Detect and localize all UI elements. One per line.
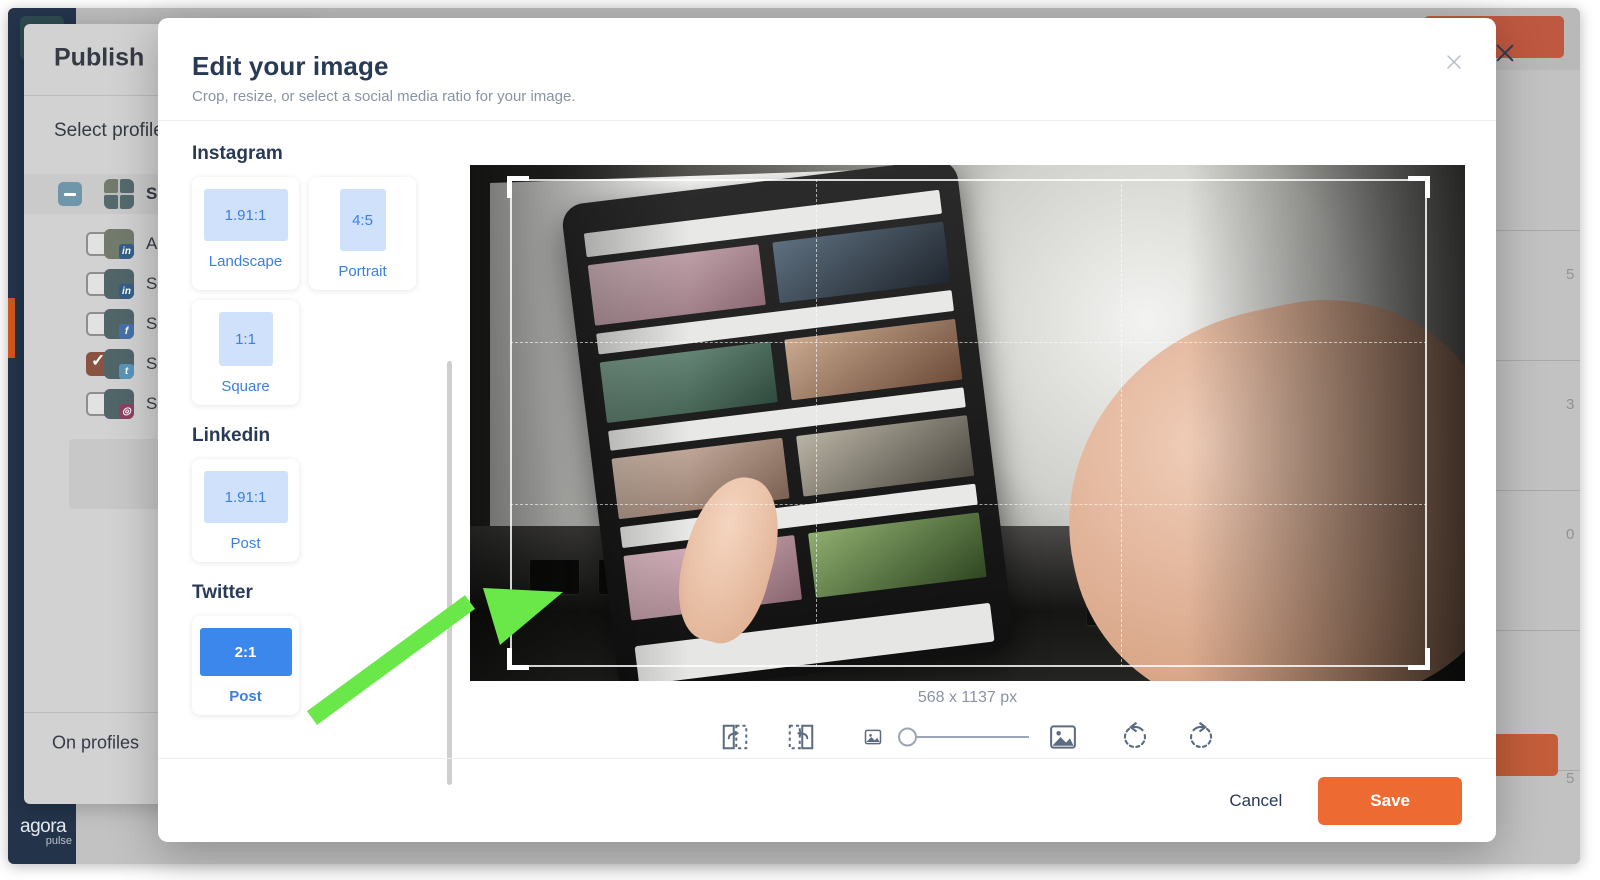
ratio-label: Portrait [338,263,387,280]
crop-handle-top-right[interactable] [1408,176,1430,198]
image-editor: 568 x 1137 px [470,121,1496,758]
ratio-value: 1.91:1 [203,471,288,523]
linkedin-icon: in [119,244,134,259]
facebook-icon: f [119,324,134,339]
image-preview[interactable] [470,165,1465,681]
modal-body: Instagram 1.91:1 Landscape 4:5 Portrait … [158,121,1496,785]
zoom-slider-group [853,717,1083,757]
rail-active-indicator [8,298,15,358]
ratio-card-twitter-post[interactable]: 2:1 Post [192,616,299,715]
ratio-value: 4:5 [339,189,386,251]
ratio-label: Post [229,688,262,705]
modal-footer: Cancel Save [158,758,1496,842]
crop-handle-bottom-left[interactable] [507,648,529,670]
zoom-out-image-icon[interactable] [853,717,893,757]
ratio-presets-rail: Instagram 1.91:1 Landscape 4:5 Portrait … [158,121,450,758]
editor-toolbar [470,717,1465,757]
edit-image-modal: Edit your image Crop, resize, or select … [158,18,1496,842]
group-title-instagram: Instagram [192,143,283,164]
page-title: Edit your image [192,51,389,81]
avatar: ◎ [104,389,134,419]
group-title-linkedin: Linkedin [192,425,271,446]
select-profile-label: Select profile [54,120,164,141]
profile-checkbox-all[interactable] [58,182,82,206]
rotate-left-icon[interactable] [1115,717,1155,757]
ratio-rail-scrollbar[interactable] [447,361,452,785]
publish-title: Publish [54,43,145,72]
ratio-card-instagram-square[interactable]: 1:1 Square [192,300,299,405]
ratio-label: Square [221,378,270,395]
avatar: in [104,269,134,299]
avatar: in [104,229,134,259]
flip-vertical-icon[interactable] [781,717,821,757]
avatar-all-profiles [104,179,134,209]
bg-list-value: 3 [1566,396,1575,413]
modal-subtitle: Crop, resize, or select a social media r… [192,88,576,105]
zoom-slider[interactable] [897,727,1029,747]
ratio-value: 1:1 [218,312,273,366]
instagram-icon: ◎ [119,404,134,419]
ratio-label: Post [230,535,261,552]
ratio-card-instagram-portrait[interactable]: 4:5 Portrait [309,177,416,290]
ratio-label: Landscape [208,253,283,270]
ratio-card-linkedin-post[interactable]: 1.91:1 Post [192,459,299,562]
modal-header: Edit your image Crop, resize, or select … [158,18,1496,121]
avatar: f [104,309,134,339]
flip-horizontal-icon[interactable] [715,717,755,757]
linkedin-icon: in [119,284,134,299]
twitter-icon: t [119,364,134,379]
ratio-card-group-twitter: 2:1 Post [192,616,432,715]
crop-handle-bottom-right[interactable] [1408,648,1430,670]
app-logo-line1: agora [20,815,67,837]
screen: agora pulse 5 3 0 5 Publish Select profi… [0,0,1600,880]
close-icon[interactable] [1438,46,1470,78]
bg-list-value: 5 [1566,266,1575,283]
ratio-value: 1.91:1 [203,189,288,241]
crop-handle-top-left[interactable] [507,176,529,198]
bg-list-value: 5 [1566,770,1575,787]
zoom-in-image-icon[interactable] [1043,717,1083,757]
app-logo-line2: pulse [45,835,72,848]
ratio-card-group-instagram: 1.91:1 Landscape 4:5 Portrait 1:1 Square [192,177,432,405]
rotate-right-icon[interactable] [1181,717,1221,757]
ratio-card-group-linkedin: 1.91:1 Post [192,459,432,562]
bg-list-value: 0 [1566,526,1575,543]
image-dimensions: 568 x 1137 px [917,689,1018,706]
app-logo: agora pulse [20,815,72,848]
attachment-thumbnail[interactable] [69,439,169,509]
ratio-card-instagram-landscape[interactable]: 1.91:1 Landscape [192,177,299,290]
zoom-slider-handle[interactable] [897,727,917,747]
group-title-twitter: Twitter [192,582,253,603]
ratio-value: 2:1 [199,628,292,676]
on-profiles-label: On profiles [52,732,140,753]
save-button[interactable]: Save [1318,776,1462,825]
app-close-icon[interactable] [1490,38,1520,68]
avatar: t [104,349,134,379]
source-photo [470,165,1465,681]
cancel-button[interactable]: Cancel [1203,779,1308,823]
